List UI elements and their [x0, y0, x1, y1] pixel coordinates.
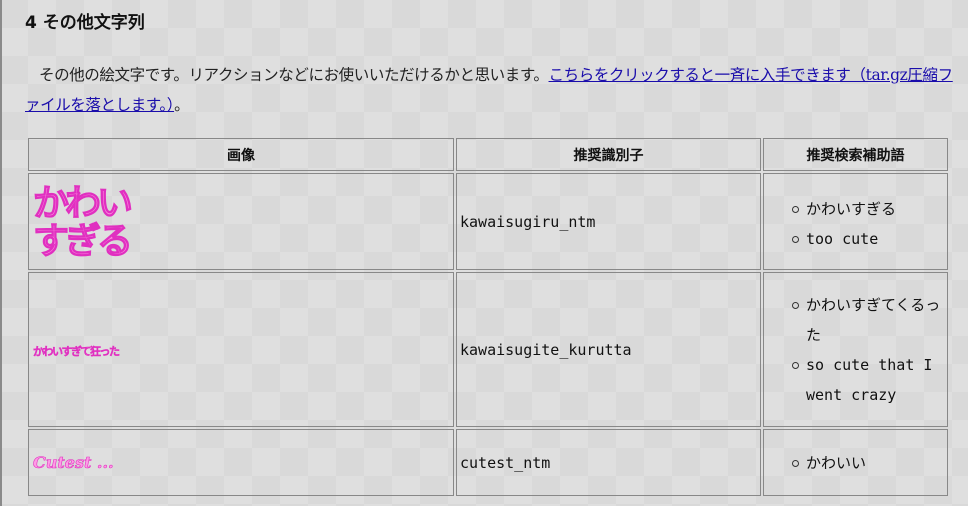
emoji-table: 画像 推奨識別子 推奨検索補助語 かわい すぎる kawaisugiru_ntm … — [26, 136, 950, 498]
intro-paragraph: その他の絵文字です。リアクションなどにお使いいただけるかと思います。こちらをクリ… — [25, 60, 955, 120]
identifier-cell: cutest_ntm — [456, 429, 761, 496]
keywords-cell: かわいすぎてくるった so cute that I went crazy — [763, 272, 948, 427]
keyword-list: かわいすぎてくるった so cute that I went crazy — [764, 290, 947, 410]
keywords-cell: かわいすぎる too cute — [763, 173, 948, 270]
left-border — [0, 0, 2, 506]
page: 4 その他文字列 その他の絵文字です。リアクションなどにお使いいただけるかと思い… — [0, 0, 968, 506]
emoji-kawaisugiru-image: かわい すぎる — [32, 182, 133, 262]
keyword-item: too cute — [792, 224, 947, 254]
keyword-list: かわいい — [764, 448, 947, 478]
emoji-cutest-image: Cutest ... — [33, 453, 114, 473]
section-heading: 4 その他文字列 — [25, 8, 145, 33]
section-title: その他文字列 — [42, 13, 145, 33]
table-header-row: 画像 推奨識別子 推奨検索補助語 — [28, 138, 948, 171]
emoji-image-cell: かわいすぎて狂った — [28, 272, 454, 427]
keywords-cell: かわいい — [763, 429, 948, 496]
header-identifier: 推奨識別子 — [456, 138, 761, 171]
table-row: かわいすぎて狂った kawaisugite_kurutta かわいすぎてくるった… — [28, 272, 948, 427]
identifier-cell: kawaisugite_kurutta — [456, 272, 761, 427]
identifier-cell: kawaisugiru_ntm — [456, 173, 761, 270]
keyword-item: so cute that I went crazy — [792, 350, 947, 410]
table-row: Cutest ... cutest_ntm かわいい — [28, 429, 948, 496]
section-number: 4 — [25, 13, 37, 33]
keyword-item: かわいい — [792, 448, 947, 478]
table-row: かわい すぎる kawaisugiru_ntm かわいすぎる too cute — [28, 173, 948, 270]
keyword-list: かわいすぎる too cute — [764, 194, 947, 254]
emoji-kawaisugite-kurutta-image: かわいすぎて狂った — [33, 345, 120, 358]
header-image: 画像 — [28, 138, 454, 171]
header-keywords: 推奨検索補助語 — [763, 138, 948, 171]
intro-tail: 。 — [174, 96, 190, 114]
keyword-item: かわいすぎてくるった — [792, 290, 947, 350]
keyword-item: かわいすぎる — [792, 194, 947, 224]
emoji-image-cell: Cutest ... — [28, 429, 454, 496]
intro-text: その他の絵文字です。リアクションなどにお使いいただけるかと思います。 — [39, 66, 549, 84]
emoji-image-cell: かわい すぎる — [28, 173, 454, 270]
